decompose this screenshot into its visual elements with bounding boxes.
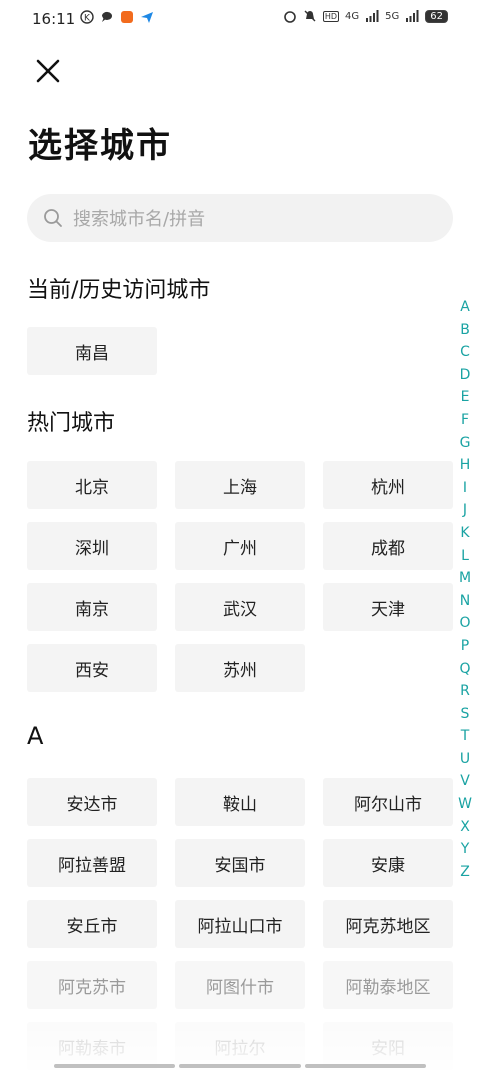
index-letter[interactable]: X — [460, 816, 470, 839]
city-chip-a[interactable]: 阿拉尔 — [175, 1022, 305, 1070]
index-letter[interactable]: T — [461, 725, 470, 748]
gesture-nav-bar[interactable] — [54, 1064, 426, 1068]
city-chip-current[interactable]: 南昌 — [27, 327, 157, 375]
city-chip-hot[interactable]: 西安 — [27, 644, 157, 692]
city-chip-a[interactable]: 阿尔山市 — [323, 778, 453, 826]
city-chip-a[interactable]: 阿图什市 — [175, 961, 305, 1009]
index-letter[interactable]: D — [460, 364, 471, 387]
index-letter[interactable]: C — [460, 341, 470, 364]
city-chip-a[interactable]: 安达市 — [27, 778, 157, 826]
section-title-a: A — [27, 722, 44, 750]
index-letter[interactable]: B — [460, 319, 470, 342]
city-chip-a[interactable]: 阿克苏地区 — [323, 900, 453, 948]
index-letter[interactable]: R — [460, 680, 470, 703]
city-chip-a[interactable]: 安国市 — [175, 839, 305, 887]
city-chip-a[interactable]: 阿拉善盟 — [27, 839, 157, 887]
city-chip-a[interactable]: 鞍山 — [175, 778, 305, 826]
city-chip-hot[interactable]: 成都 — [323, 522, 453, 570]
index-letter[interactable]: S — [461, 703, 470, 726]
city-chip-hot[interactable]: 深圳 — [27, 522, 157, 570]
message-icon — [101, 11, 112, 22]
index-letter[interactable]: Z — [460, 861, 470, 884]
search-bar[interactable] — [27, 194, 453, 244]
city-chip-hot[interactable]: 天津 — [323, 583, 453, 631]
index-letter[interactable]: K — [460, 522, 469, 545]
signal-icon — [366, 10, 379, 22]
status-bar: 16:11 K HD 4G 5G 62 — [0, 0, 480, 38]
city-chip-a[interactable]: 阿勒泰地区 — [323, 961, 453, 1009]
network-5g-label: 5G — [385, 10, 400, 22]
index-letter[interactable]: L — [461, 545, 469, 568]
hd-badge: HD — [322, 10, 340, 22]
status-time: 16:11 — [32, 10, 76, 28]
city-chip-hot[interactable]: 北京 — [27, 461, 157, 509]
index-letter[interactable]: U — [460, 748, 470, 771]
search-icon — [44, 209, 62, 227]
index-letter[interactable]: O — [459, 612, 470, 635]
page-title: 选择城市 — [28, 126, 172, 166]
section-title-current: 当前/历史访问城市 — [27, 278, 211, 303]
close-icon[interactable] — [32, 55, 64, 87]
city-chip-a[interactable]: 安丘市 — [27, 900, 157, 948]
section-title-hot: 热门城市 — [27, 411, 116, 436]
index-letter[interactable]: H — [460, 454, 471, 477]
index-letter[interactable]: Y — [461, 838, 470, 861]
index-letter[interactable]: F — [461, 409, 469, 432]
city-chip-a[interactable]: 阿勒泰市 — [27, 1022, 157, 1070]
city-chip-hot[interactable]: 南京 — [27, 583, 157, 631]
index-letter[interactable]: J — [463, 499, 467, 522]
index-letter[interactable]: W — [458, 793, 472, 816]
city-chip-hot[interactable]: 上海 — [175, 461, 305, 509]
alarm-icon — [284, 11, 296, 23]
city-chip-a[interactable]: 安康 — [323, 839, 453, 887]
city-chip-hot[interactable]: 苏州 — [175, 644, 305, 692]
index-letter[interactable]: Q — [459, 658, 470, 681]
battery-indicator: 62 — [425, 9, 448, 23]
city-chip-a[interactable]: 阿克苏市 — [27, 961, 157, 1009]
index-letter[interactable]: A — [460, 296, 470, 319]
index-letter[interactable]: E — [461, 386, 470, 409]
city-chip-a[interactable]: 阿拉山口市 — [175, 900, 305, 948]
city-chip-hot[interactable]: 武汉 — [175, 583, 305, 631]
mute-icon — [304, 10, 316, 22]
network-4g-label: 4G — [345, 10, 360, 22]
signal-icon — [406, 10, 419, 22]
alphabet-index[interactable]: A B C D E F G H I J K L M N O P Q R S T … — [458, 296, 472, 883]
city-chip-hot[interactable]: 广州 — [175, 522, 305, 570]
index-letter[interactable]: V — [460, 770, 470, 793]
send-icon — [141, 12, 153, 23]
search-input[interactable] — [71, 194, 445, 244]
index-letter[interactable]: I — [463, 477, 467, 500]
index-letter[interactable]: M — [459, 567, 471, 590]
index-letter[interactable]: P — [461, 635, 469, 658]
city-chip-hot[interactable]: 杭州 — [323, 461, 453, 509]
app-k-icon: K — [80, 10, 94, 24]
index-letter[interactable]: G — [460, 432, 471, 455]
city-chip-a[interactable]: 安阳 — [323, 1022, 453, 1070]
app-taobao-icon — [121, 11, 133, 23]
index-letter[interactable]: N — [460, 590, 470, 613]
